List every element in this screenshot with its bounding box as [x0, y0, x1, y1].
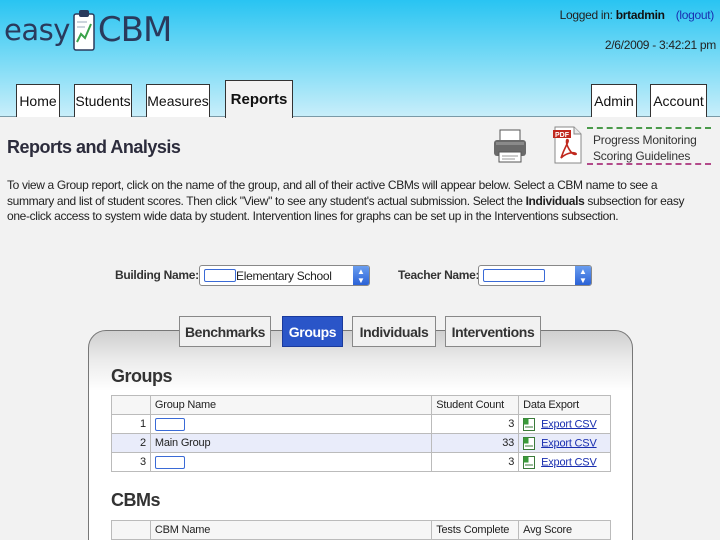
tab-account[interactable]: Account	[650, 84, 707, 117]
cbms-title: CBMs	[111, 490, 161, 510]
column-header[interactable]: Tests Complete	[431, 520, 520, 540]
table-header-row: CBM Name Tests Complete Avg Score	[111, 520, 611, 540]
row-index: 2	[111, 433, 151, 453]
table-header-row: Group Name Student Count Data Export	[111, 395, 611, 415]
group-name-link[interactable]	[149, 414, 433, 434]
column-header[interactable]: Student Count	[431, 395, 520, 415]
pdf-icon[interactable]: PDF	[553, 126, 583, 164]
redacted-box	[154, 417, 185, 431]
column-header: Data Export	[518, 395, 611, 415]
printer-icon[interactable]	[493, 128, 527, 164]
subtab-interventions[interactable]: Interventions	[445, 316, 541, 347]
export-cell: Export CSV	[518, 414, 611, 434]
export-csv-link[interactable]: Export CSV	[541, 418, 597, 430]
export-cell: Export CSV	[518, 452, 611, 472]
tab-measures[interactable]: Measures	[146, 84, 210, 117]
cbms-table: CBM Name Tests Complete Avg Score	[111, 520, 611, 540]
groups-title: Groups	[111, 366, 173, 386]
app-header: easy CBM Logged in: brtadmin (logout) 2/…	[0, 0, 720, 118]
redacted-box	[204, 269, 236, 282]
select-arrows-icon: ▲ ▼	[353, 266, 369, 285]
guidelines-line-1: Progress Monitoring	[593, 133, 697, 147]
row-index: 3	[111, 452, 151, 472]
building-name-value: Elementary School	[236, 269, 332, 283]
logout-link[interactable]: (logout)	[676, 8, 715, 22]
group-name-link[interactable]	[149, 452, 433, 472]
intro-text: To view a Group report, click on the nam…	[7, 178, 707, 225]
tab-home[interactable]: Home	[16, 84, 60, 117]
redacted-box	[154, 455, 185, 469]
student-count: 33	[431, 433, 520, 453]
column-header[interactable]: Avg Score	[518, 520, 611, 540]
groups-table: Group Name Student Count Data Export 1 3…	[111, 395, 611, 472]
username: brtadmin	[615, 8, 665, 22]
select-arrows-icon: ▲ ▼	[575, 266, 591, 285]
guidelines-line-2: Scoring Guidelines	[593, 149, 691, 163]
page-title: Reports and Analysis	[7, 137, 181, 157]
easycbm-logo[interactable]: easy CBM	[4, 2, 172, 58]
subtab-groups[interactable]: Groups	[282, 316, 343, 347]
tab-admin[interactable]: Admin	[591, 84, 637, 117]
group-name-link[interactable]: Main Group	[149, 433, 433, 453]
row-index: 1	[111, 414, 151, 434]
clipboard-icon	[73, 10, 95, 51]
student-count: 3	[431, 414, 520, 434]
column-header[interactable]: Group Name	[149, 395, 433, 415]
logged-in-label: Logged in:	[559, 8, 613, 22]
session-datetime: 2/6/2009 - 3:42:21 pm	[604, 38, 716, 52]
spreadsheet-icon	[523, 436, 536, 450]
export-csv-link[interactable]: Export CSV	[541, 456, 597, 468]
redacted-box	[483, 269, 545, 282]
tab-students[interactable]: Students	[74, 84, 132, 117]
table-row: 1 3 Export CSV	[111, 414, 611, 434]
student-count: 3	[431, 452, 520, 472]
intro-bold: Individuals	[525, 193, 585, 208]
building-name-label: Building Name:	[115, 268, 199, 282]
subtab-benchmarks[interactable]: Benchmarks	[179, 316, 271, 347]
spreadsheet-icon	[523, 455, 536, 469]
teacher-name-label: Teacher Name:	[398, 268, 480, 282]
login-status: Logged in: brtadmin (logout)	[559, 8, 715, 22]
export-cell: Export CSV	[518, 433, 611, 453]
teacher-name-select[interactable]: ▲ ▼	[478, 265, 592, 286]
building-name-select[interactable]: Elementary School ▲ ▼	[199, 265, 370, 286]
column-header[interactable]: CBM Name	[149, 520, 433, 540]
table-row: 3 3 Export CSV	[111, 452, 611, 472]
logo-text-cbm: CBM	[97, 10, 172, 50]
table-row: 2 Main Group 33 Export CSV	[111, 433, 611, 453]
subtab-individuals[interactable]: Individuals	[352, 316, 436, 347]
logo-text-easy: easy	[4, 13, 70, 47]
spreadsheet-icon	[523, 417, 536, 431]
tab-reports[interactable]: Reports	[225, 80, 293, 118]
svg-text:PDF: PDF	[555, 132, 570, 139]
column-header	[111, 520, 151, 540]
export-csv-link[interactable]: Export CSV	[541, 437, 597, 449]
progress-monitoring-guidelines-link[interactable]: Progress Monitoring Scoring Guidelines	[587, 127, 711, 165]
column-header	[111, 395, 151, 415]
